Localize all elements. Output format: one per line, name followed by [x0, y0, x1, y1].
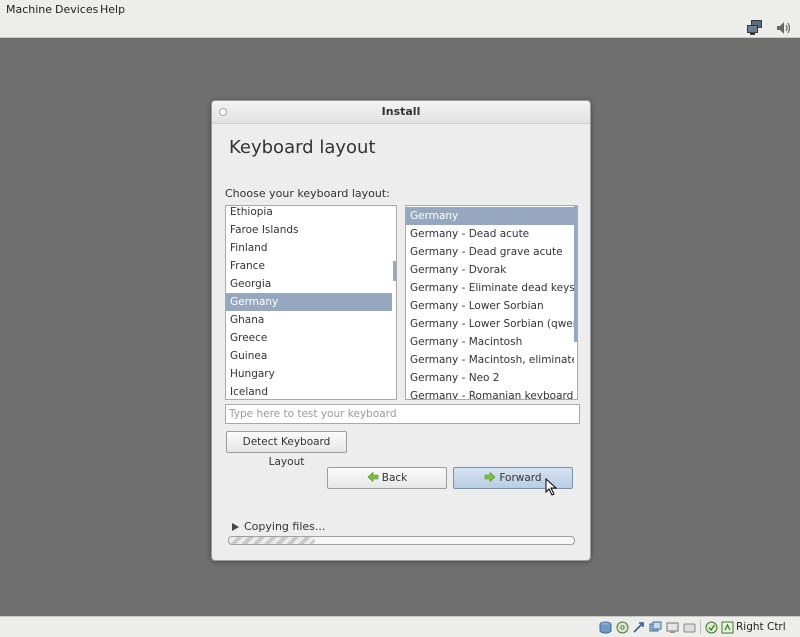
progress-fill — [229, 537, 316, 544]
expander-arrow-icon — [232, 523, 239, 531]
display-status-icon[interactable] — [666, 621, 679, 634]
window-titlebar[interactable]: Install — [212, 101, 590, 124]
country-list-item[interactable]: Faroe Islands — [226, 221, 392, 239]
country-list-item[interactable]: France — [226, 257, 392, 275]
choose-layout-label: Choose your keyboard layout: — [225, 187, 390, 200]
progress-details-expander[interactable]: Copying files... — [232, 520, 325, 533]
vm-toolbar — [0, 19, 800, 38]
volume-icon[interactable] — [776, 21, 792, 35]
harddisk-status-icon[interactable] — [599, 621, 612, 634]
variant-list-scroll-indicator[interactable] — [574, 206, 577, 342]
variant-list-item[interactable]: Germany - Dead acute — [406, 225, 574, 243]
capture-status-icon[interactable] — [683, 621, 696, 634]
menu-bar: Machine Devices Help — [0, 0, 800, 19]
variant-list-item[interactable]: Germany — [406, 207, 574, 225]
variant-list-item[interactable]: Germany - Macintosh, eliminate dead keys — [406, 351, 574, 369]
vm-status-bar: Right Ctrl — [0, 616, 800, 637]
country-list-item[interactable]: Hungary — [226, 365, 392, 383]
country-list-item[interactable]: Ethiopia — [226, 206, 392, 221]
variant-list-item[interactable]: Germany - Dvorak — [406, 261, 574, 279]
back-button[interactable]: Back — [327, 467, 447, 489]
forward-arrow-icon — [485, 472, 496, 482]
country-list[interactable]: Ethiopia Faroe Islands Finland France Georgi… — [225, 205, 397, 400]
variant-list-item[interactable]: Germany - Eliminate dead keys — [406, 279, 574, 297]
page-title: Keyboard layout — [229, 137, 376, 158]
country-list-item[interactable]: Germany — [226, 293, 392, 311]
status-separator — [700, 620, 701, 634]
country-list-item[interactable]: Ghana — [226, 311, 392, 329]
shared-folders-status-icon[interactable] — [649, 621, 662, 634]
menu-machine[interactable]: Machine — [6, 3, 52, 16]
mouse-cursor-icon — [545, 478, 558, 496]
back-button-label: Back — [381, 472, 408, 484]
country-list-item[interactable]: Georgia — [226, 275, 392, 293]
variant-list-item[interactable]: Germany - Neo 2 — [406, 369, 574, 387]
country-list-item[interactable]: Greece — [226, 329, 392, 347]
mouse-integration-icon[interactable] — [705, 621, 718, 634]
back-arrow-icon — [367, 472, 379, 482]
host-key-icon[interactable] — [721, 621, 734, 634]
variant-list-item[interactable]: Germany - Dead grave acute — [406, 243, 574, 261]
copy-progress-bar — [228, 536, 575, 545]
menu-help[interactable]: Help — [100, 3, 125, 16]
variant-list-item[interactable]: Germany - Lower Sorbian — [406, 297, 574, 315]
variant-list-item[interactable]: Germany - Romanian keyboard with German … — [406, 387, 574, 399]
progress-label: Copying files... — [244, 520, 326, 533]
country-list-scroll-indicator[interactable] — [393, 261, 396, 281]
variant-list-item[interactable]: Germany - Lower Sorbian (qwertz) — [406, 315, 574, 333]
detect-keyboard-layout-button[interactable]: Detect Keyboard Layout — [226, 431, 347, 468]
country-list-item[interactable]: Iceland — [226, 383, 392, 399]
network-icon[interactable] — [746, 19, 764, 36]
usb-status-icon[interactable] — [632, 621, 645, 634]
keyboard-test-input[interactable] — [225, 404, 580, 424]
forward-button-label: Forward — [499, 472, 542, 484]
variant-list-item[interactable]: Germany - Macintosh — [406, 333, 574, 351]
country-list-item[interactable]: Finland — [226, 239, 392, 257]
variant-list[interactable]: Germany Germany - Dead acute Germany - Dea… — [405, 205, 578, 400]
menu-devices[interactable]: Devices — [55, 3, 98, 16]
window-title: Install — [381, 105, 421, 118]
optical-status-icon[interactable] — [616, 621, 629, 634]
install-window: Install Keyboard layout Choose your keyb… — [211, 100, 591, 561]
host-key-label: Right Ctrl — [736, 621, 786, 633]
country-list-item[interactable]: Guinea — [226, 347, 392, 365]
